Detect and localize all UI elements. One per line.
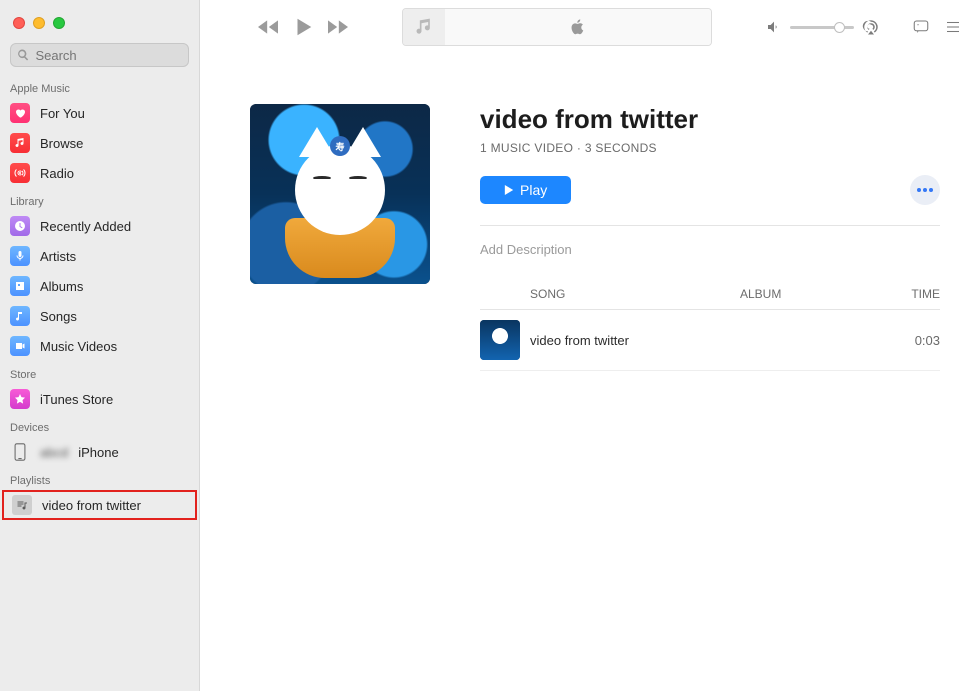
sidebar-item-itunes-store[interactable]: iTunes Store: [0, 384, 199, 414]
sidebar-item-label: iTunes Store: [40, 392, 113, 407]
sidebar-item-browse[interactable]: Browse: [0, 128, 199, 158]
playlist-icon: [12, 495, 32, 515]
section-title-apple-music: Apple Music: [0, 75, 199, 98]
volume-slider-thumb[interactable]: [834, 22, 845, 33]
play-button-label: Play: [520, 182, 547, 198]
track-thumbnail: [480, 320, 520, 360]
note-icon: [10, 306, 30, 326]
column-header-time[interactable]: TIME: [880, 287, 940, 301]
sidebar-item-radio[interactable]: Radio: [0, 158, 199, 188]
search-input[interactable]: [35, 48, 182, 63]
sidebar-item-label: Albums: [40, 279, 83, 294]
search-container: [0, 43, 199, 75]
now-playing-display[interactable]: [402, 8, 712, 46]
zoom-window-button[interactable]: [53, 17, 65, 29]
playback-controls: [258, 16, 348, 38]
sidebar-item-label: Songs: [40, 309, 77, 324]
airplay-icon[interactable]: [862, 18, 880, 36]
more-options-button[interactable]: [910, 175, 940, 205]
track-row[interactable]: video from twitter 0:03: [480, 310, 940, 371]
sidebar-item-playlist-video-from-twitter[interactable]: video from twitter: [2, 490, 197, 520]
sidebar-item-device-iphone[interactable]: abcd iPhone: [0, 437, 199, 467]
sidebar-item-songs[interactable]: Songs: [0, 301, 199, 331]
album-icon: [10, 276, 30, 296]
volume-icon: [766, 19, 782, 35]
sidebar-item-recently-added[interactable]: Recently Added: [0, 211, 199, 241]
video-icon: [10, 336, 30, 356]
star-icon: [10, 389, 30, 409]
column-header-song[interactable]: SONG: [480, 287, 740, 301]
next-track-button[interactable]: [328, 20, 348, 34]
description-placeholder[interactable]: Add Description: [480, 242, 940, 257]
playlist-artwork[interactable]: 寿: [250, 104, 430, 284]
sidebar-item-label: For You: [40, 106, 85, 121]
toolbar-right-buttons: ”: [912, 18, 962, 36]
sidebar-item-label: video from twitter: [42, 498, 141, 513]
tracks-table-header: SONG ALBUM TIME: [480, 287, 940, 310]
lyrics-button[interactable]: ”: [912, 18, 930, 36]
playlist-subtitle: 1 MUSIC VIDEO · 3 SECONDS: [480, 141, 940, 155]
track-song-name: video from twitter: [530, 333, 740, 348]
sidebar-item-albums[interactable]: Albums: [0, 271, 199, 301]
apple-logo-placeholder: [445, 9, 711, 45]
now-playing-artwork-placeholder: [403, 9, 445, 45]
play-pause-button[interactable]: [292, 16, 314, 38]
ellipsis-icon: [917, 188, 933, 192]
radio-icon: [10, 163, 30, 183]
section-title-devices: Devices: [0, 414, 199, 437]
sidebar-item-label: Music Videos: [40, 339, 117, 354]
mic-icon: [10, 246, 30, 266]
sidebar-item-label: iPhone: [78, 445, 118, 460]
toolbar: ”: [200, 0, 980, 54]
music-note-icon: [10, 133, 30, 153]
sidebar-item-label: Radio: [40, 166, 74, 181]
track-duration: 0:03: [880, 333, 940, 348]
section-title-library: Library: [0, 188, 199, 211]
sidebar-item-artists[interactable]: Artists: [0, 241, 199, 271]
section-title-playlists: Playlists: [0, 467, 199, 490]
sidebar-item-label: Recently Added: [40, 219, 131, 234]
iphone-icon: [10, 442, 30, 462]
divider: [480, 225, 940, 226]
search-icon: [17, 48, 29, 62]
sidebar-item-label: Artists: [40, 249, 76, 264]
queue-button[interactable]: [944, 18, 962, 36]
play-triangle-icon: [504, 185, 514, 195]
sidebar-item-for-you[interactable]: For You: [0, 98, 199, 128]
sidebar-item-music-videos[interactable]: Music Videos: [0, 331, 199, 361]
sidebar-item-label: Browse: [40, 136, 83, 151]
column-header-album[interactable]: ALBUM: [740, 287, 880, 301]
apple-logo-icon: [569, 18, 587, 36]
window-controls: [0, 8, 199, 43]
playlist-title: video from twitter: [480, 104, 940, 135]
clock-icon: [10, 216, 30, 236]
minimize-window-button[interactable]: [33, 17, 45, 29]
search-field[interactable]: [10, 43, 189, 67]
heart-icon: [10, 103, 30, 123]
volume-control[interactable]: [766, 18, 880, 36]
music-note-icon: [414, 17, 434, 37]
playlist-detail-view: 寿 video from twitter 1 MUSIC VIDEO · 3 S…: [200, 54, 980, 691]
device-name-blurred: abcd: [40, 445, 68, 460]
play-button[interactable]: Play: [480, 176, 571, 204]
volume-slider-track[interactable]: [790, 26, 854, 29]
svg-text:”: ”: [917, 25, 919, 31]
playlist-details: video from twitter 1 MUSIC VIDEO · 3 SEC…: [480, 104, 940, 691]
close-window-button[interactable]: [13, 17, 25, 29]
main-pane: ” 寿 video from twitter 1 MUSIC VIDEO · 3…: [200, 0, 980, 691]
previous-track-button[interactable]: [258, 20, 278, 34]
section-title-store: Store: [0, 361, 199, 384]
sidebar: Apple Music For You Browse Radio Library…: [0, 0, 200, 691]
